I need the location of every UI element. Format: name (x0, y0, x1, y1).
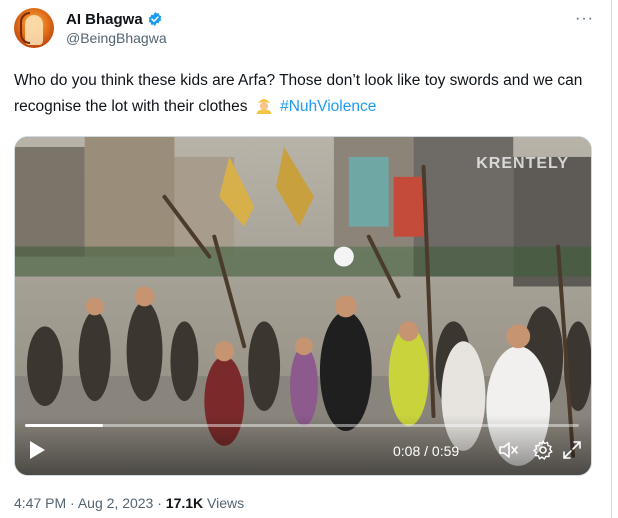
avatar[interactable] (14, 8, 54, 48)
author-display-name[interactable]: AI Bhagwa (66, 11, 143, 28)
video-player[interactable]: KRENTELY 0:08 / 0:59 (14, 136, 592, 476)
video-progress-bar[interactable] (25, 424, 579, 427)
fullscreen-icon[interactable] (561, 439, 583, 461)
author-names: AI Bhagwa @BeingBhagwa (66, 11, 167, 46)
verified-badge-icon (148, 12, 161, 26)
settings-icon[interactable] (532, 439, 554, 461)
tweet-footer: 4:47 PM · Aug 2, 2023 · 17.1K Views (14, 495, 244, 511)
video-progress-fill (25, 424, 103, 427)
person-wearing-turban-emoji (256, 99, 271, 114)
tweet-date[interactable]: Aug 2, 2023 (78, 495, 154, 511)
hashtag-link[interactable]: #NuhViolence (280, 98, 376, 115)
tweet-header: AI Bhagwa @BeingBhagwa ··· (14, 6, 598, 50)
play-icon[interactable] (27, 439, 47, 461)
footer-separator: · (70, 495, 75, 511)
footer-separator: · (157, 495, 162, 511)
avatar-bow (20, 12, 30, 44)
video-watermark: KRENTELY (476, 155, 569, 172)
video-controls: 0:08 / 0:59 (15, 415, 591, 475)
column-border (611, 0, 612, 518)
mute-icon[interactable] (497, 439, 519, 461)
tweet-time[interactable]: 4:47 PM (14, 495, 66, 511)
views-count: 17.1K (165, 495, 204, 511)
author-handle[interactable]: @BeingBhagwa (66, 30, 167, 46)
more-options-icon[interactable]: ··· (575, 10, 594, 28)
tweet-text: Who do you think these kids are Arfa? Th… (14, 68, 584, 120)
views-label: Views (207, 495, 245, 511)
video-time: 0:08 / 0:59 (393, 443, 460, 459)
name-row: AI Bhagwa (66, 11, 167, 28)
